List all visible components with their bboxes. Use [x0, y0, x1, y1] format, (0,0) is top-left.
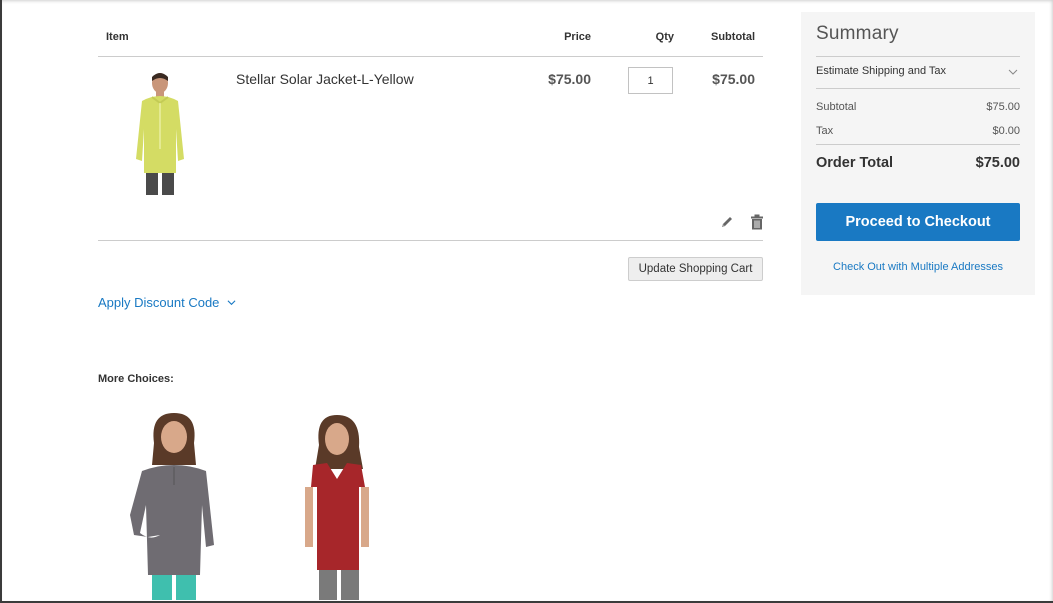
cart-item-row: Stellar Solar Jacket-L-Yellow $75.00 $75…: [98, 57, 763, 241]
order-total-label: Order Total: [816, 155, 894, 171]
estimate-label: Estimate Shipping and Tax: [816, 65, 947, 77]
discount-label: Apply Discount Code: [98, 295, 220, 310]
product-thumbnail[interactable]: [110, 69, 210, 197]
header-price: Price: [564, 31, 591, 43]
summary-tax-row: Tax $0.00: [816, 125, 1020, 137]
cart-table: Item Price Qty Subtotal Stellar Solar Ja…: [98, 20, 763, 281]
apply-discount-code-toggle[interactable]: Apply Discount Code: [98, 295, 236, 310]
multiple-addresses-link[interactable]: Check Out with Multiple Addresses: [801, 261, 1035, 273]
cart-table-header: Item Price Qty Subtotal: [98, 20, 763, 57]
summary-title: Summary: [816, 23, 899, 44]
divider: [816, 88, 1020, 89]
divider: [816, 144, 1020, 145]
more-choice-product[interactable]: [265, 405, 415, 600]
subtotal-value: $75.00: [986, 101, 1020, 113]
order-total-value: $75.00: [975, 155, 1020, 171]
qty-input[interactable]: [628, 67, 673, 94]
update-shopping-cart-button[interactable]: Update Shopping Cart: [628, 257, 763, 281]
trash-icon[interactable]: [750, 214, 764, 230]
more-choice-product[interactable]: [102, 405, 252, 600]
divider: [816, 56, 1020, 57]
chevron-down-icon: [1008, 69, 1018, 75]
estimate-shipping-tax-toggle[interactable]: Estimate Shipping and Tax: [816, 59, 1020, 87]
tax-label: Tax: [816, 125, 834, 137]
edit-icon[interactable]: [720, 215, 734, 229]
item-subtotal: $75.00: [712, 71, 755, 87]
item-price: $75.00: [548, 71, 591, 87]
order-total-row: Order Total $75.00: [816, 155, 1020, 171]
proceed-to-checkout-button[interactable]: Proceed to Checkout: [816, 203, 1020, 241]
header-subtotal: Subtotal: [711, 31, 755, 43]
order-summary: Summary Estimate Shipping and Tax Subtot…: [801, 12, 1035, 295]
more-choices-title: More Choices:: [98, 373, 174, 385]
summary-subtotal-row: Subtotal $75.00: [816, 101, 1020, 113]
subtotal-label: Subtotal: [816, 101, 857, 113]
tax-value: $0.00: [992, 125, 1020, 137]
chevron-down-icon: [227, 300, 236, 306]
product-name-link[interactable]: Stellar Solar Jacket-L-Yellow: [236, 71, 414, 87]
header-item: Item: [106, 31, 129, 43]
header-qty: Qty: [655, 31, 674, 43]
